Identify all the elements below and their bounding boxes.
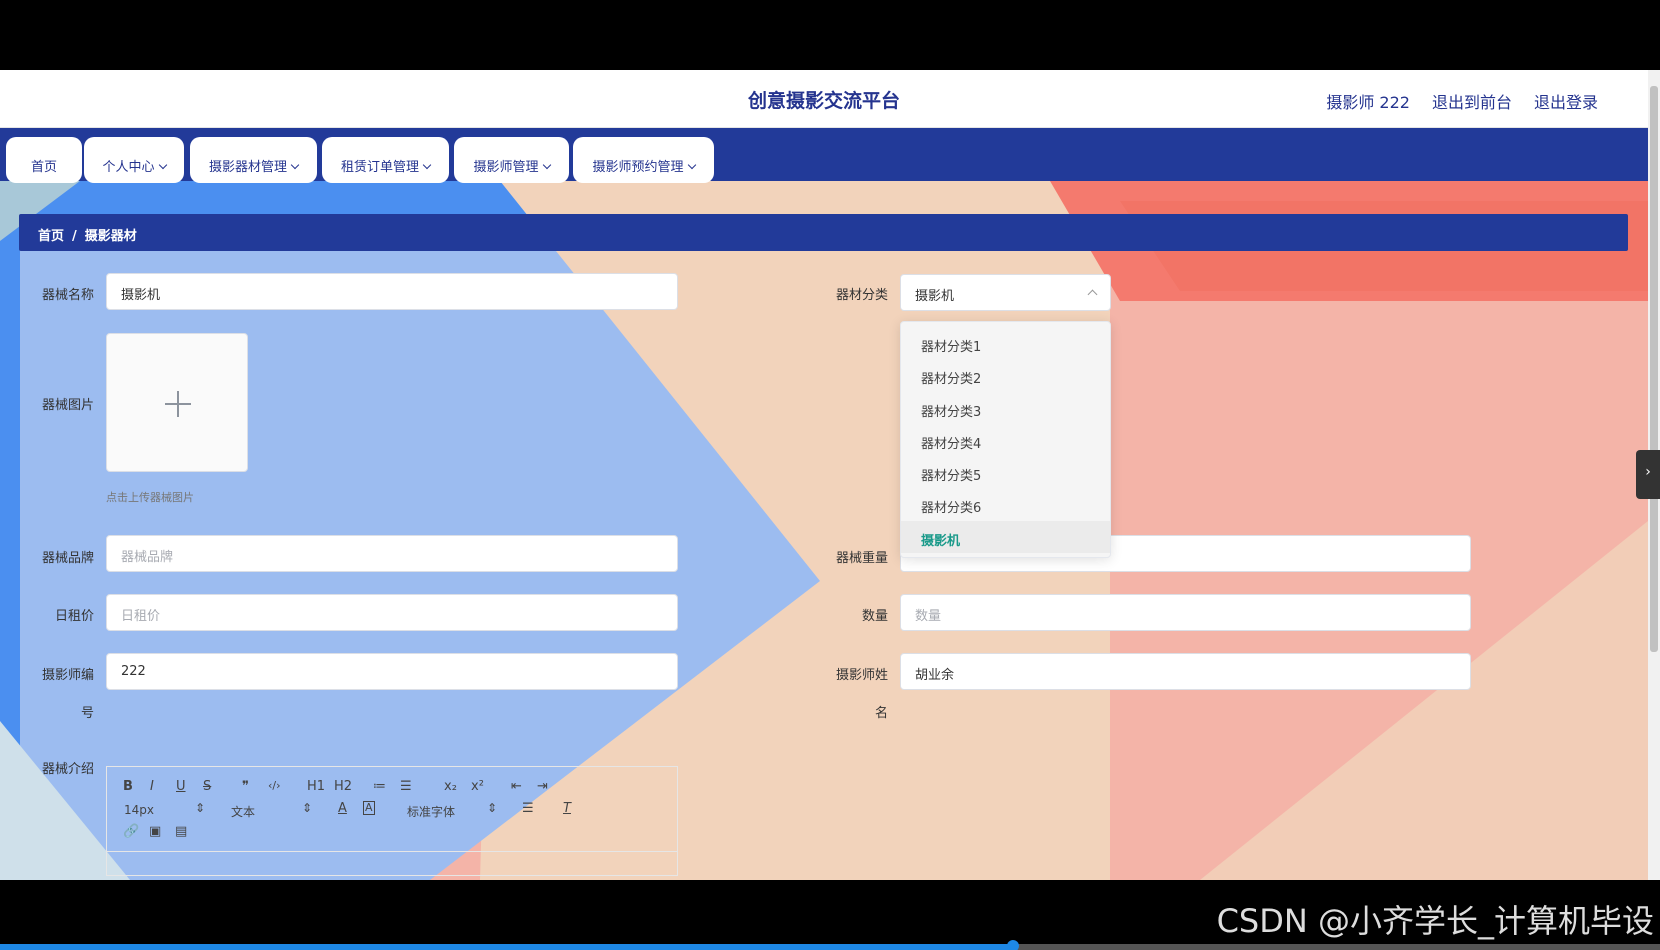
code-icon[interactable]: ‹/›	[268, 779, 281, 792]
video-icon[interactable]: ▤	[175, 824, 187, 839]
brand-label: 器械品牌	[41, 551, 94, 566]
dropdown-option[interactable]: 器材分类1	[901, 327, 1110, 359]
dropdown-option[interactable]: 器材分类5	[901, 456, 1110, 488]
updown-icon: ⇕	[302, 801, 313, 815]
bold-icon[interactable]: B	[123, 779, 133, 794]
chevron-down-icon	[290, 160, 300, 170]
superscript-icon[interactable]: x²	[471, 779, 484, 794]
dropdown-option[interactable]: 器材分类2	[901, 359, 1110, 391]
breadcrumb: 首页 / 摄影器材	[19, 214, 1628, 251]
weight-label: 器械重量	[835, 551, 888, 566]
nav-photographer-mgmt[interactable]: 摄影师管理	[454, 137, 569, 183]
dropdown-option[interactable]: 器材分类6	[901, 488, 1110, 520]
browser-viewport: 创意摄影交流平台 摄影师 222 退出到前台 退出登录 首页 个人中心 摄影器材…	[0, 70, 1660, 880]
h2-icon[interactable]: H2	[334, 779, 352, 794]
bullet-list-icon[interactable]: ☰	[400, 779, 412, 794]
price-input[interactable]: 日租价	[106, 594, 678, 631]
chevron-up-icon	[1087, 289, 1098, 300]
nav-rental-order-mgmt[interactable]: 租赁订单管理	[322, 137, 449, 183]
dropdown-option[interactable]: 器材分类3	[901, 392, 1110, 424]
photographer-id-input[interactable]: 222	[106, 653, 678, 690]
chevron-down-icon	[687, 160, 696, 170]
indent-icon[interactable]: ⇥	[537, 779, 548, 794]
screen: 创意摄影交流平台 摄影师 222 退出到前台 退出登录 首页 个人中心 摄影器材…	[0, 0, 1660, 950]
updown-icon: ⇕	[195, 801, 206, 815]
video-progress-bar[interactable]	[0, 940, 1660, 950]
photographer-name-input[interactable]: 胡业余	[900, 653, 1471, 690]
chevron-down-icon	[542, 160, 551, 170]
brand-input[interactable]: 器械品牌	[106, 535, 678, 572]
background-color-icon[interactable]: A	[363, 801, 375, 815]
progress-fill	[0, 944, 1013, 950]
photographer-name-label-cont: 名	[874, 706, 888, 721]
align-icon[interactable]: ☰	[522, 801, 534, 816]
user-name-link[interactable]: 摄影师 222	[1326, 89, 1410, 113]
h1-icon[interactable]: H1	[307, 779, 325, 794]
chevron-down-icon	[158, 160, 167, 170]
nav-personal-center[interactable]: 个人中心	[84, 137, 184, 183]
top-header: 创意摄影交流平台 摄影师 222 退出到前台 退出登录	[0, 70, 1648, 128]
image-label: 器械图片	[41, 398, 94, 413]
category-label: 器材分类	[835, 288, 888, 303]
nav-home[interactable]: 首页	[6, 137, 82, 183]
blockquote-icon[interactable]: ❞	[242, 779, 249, 794]
breadcrumb-current: 摄影器材	[84, 229, 137, 244]
photographer-id-label: 摄影师编	[41, 668, 94, 683]
image-icon[interactable]: ▣	[149, 824, 161, 839]
breadcrumb-home[interactable]: 首页	[38, 229, 64, 244]
subscript-icon[interactable]: x₂	[444, 779, 457, 794]
dropdown-option-selected[interactable]: 摄影机	[901, 520, 1110, 554]
upload-tip: 点击上传器械图片	[106, 491, 194, 504]
clear-format-icon[interactable]: T	[563, 801, 571, 816]
outdent-icon[interactable]: ⇤	[511, 779, 522, 794]
photographer-id-label-cont: 号	[80, 706, 94, 721]
font-size-select[interactable]: 14px	[124, 803, 154, 817]
chevron-down-icon	[422, 160, 432, 170]
updown-icon: ⇕	[487, 801, 498, 815]
chevron-right-icon: ›	[1645, 464, 1651, 480]
font-family-select[interactable]: 标准字体	[407, 803, 455, 820]
header-select[interactable]: 文本	[231, 803, 255, 820]
name-label: 器械名称	[41, 288, 94, 303]
photographer-name-label: 摄影师姓	[835, 668, 888, 683]
strike-icon[interactable]: S	[203, 779, 211, 794]
category-dropdown: 器材分类1 器材分类2 器材分类3 器材分类4 器材分类5 器材分类6 摄影机	[900, 321, 1111, 558]
logout-link[interactable]: 退出登录	[1534, 89, 1598, 113]
qty-label: 数量	[861, 609, 888, 624]
exit-front-link[interactable]: 退出到前台	[1432, 89, 1512, 113]
category-select[interactable]: 摄影机	[900, 274, 1111, 311]
intro-label: 器械介绍	[41, 762, 94, 777]
link-icon[interactable]: 🔗	[123, 824, 139, 839]
ordered-list-icon[interactable]: ≔	[373, 779, 386, 794]
breadcrumb-separator: /	[72, 229, 77, 244]
name-input[interactable]: 摄影机	[106, 273, 678, 310]
editor-divider	[107, 851, 677, 852]
nav-booking-mgmt[interactable]: 摄影师预约管理	[573, 137, 714, 183]
price-label: 日租价	[54, 609, 94, 624]
underline-icon[interactable]: U	[176, 779, 186, 794]
dropdown-option[interactable]: 器材分类4	[901, 424, 1110, 456]
image-upload-button[interactable]	[106, 333, 248, 472]
italic-icon[interactable]: I	[150, 779, 154, 794]
progress-knob[interactable]	[1006, 940, 1019, 950]
side-panel-toggle[interactable]: ›	[1636, 450, 1660, 499]
main-nav: 首页 个人中心 摄影器材管理 租赁订单管理 摄影师管理 摄影师预约管理	[0, 128, 1648, 183]
scrollbar-thumb[interactable]	[1650, 86, 1658, 652]
watermark: CSDN @小齐学长_计算机毕设	[1216, 902, 1654, 940]
header-links: 摄影师 222 退出到前台 退出登录	[1326, 89, 1598, 113]
rich-text-editor[interactable]: B I U S ❞ ‹/› H1 H2 ≔ ☰ x₂ x² ⇤ ⇥ 14px ⇕…	[106, 766, 678, 876]
qty-input[interactable]: 数量	[900, 594, 1471, 631]
font-color-icon[interactable]: A	[338, 801, 347, 816]
nav-equipment-mgmt[interactable]: 摄影器材管理	[190, 137, 317, 183]
